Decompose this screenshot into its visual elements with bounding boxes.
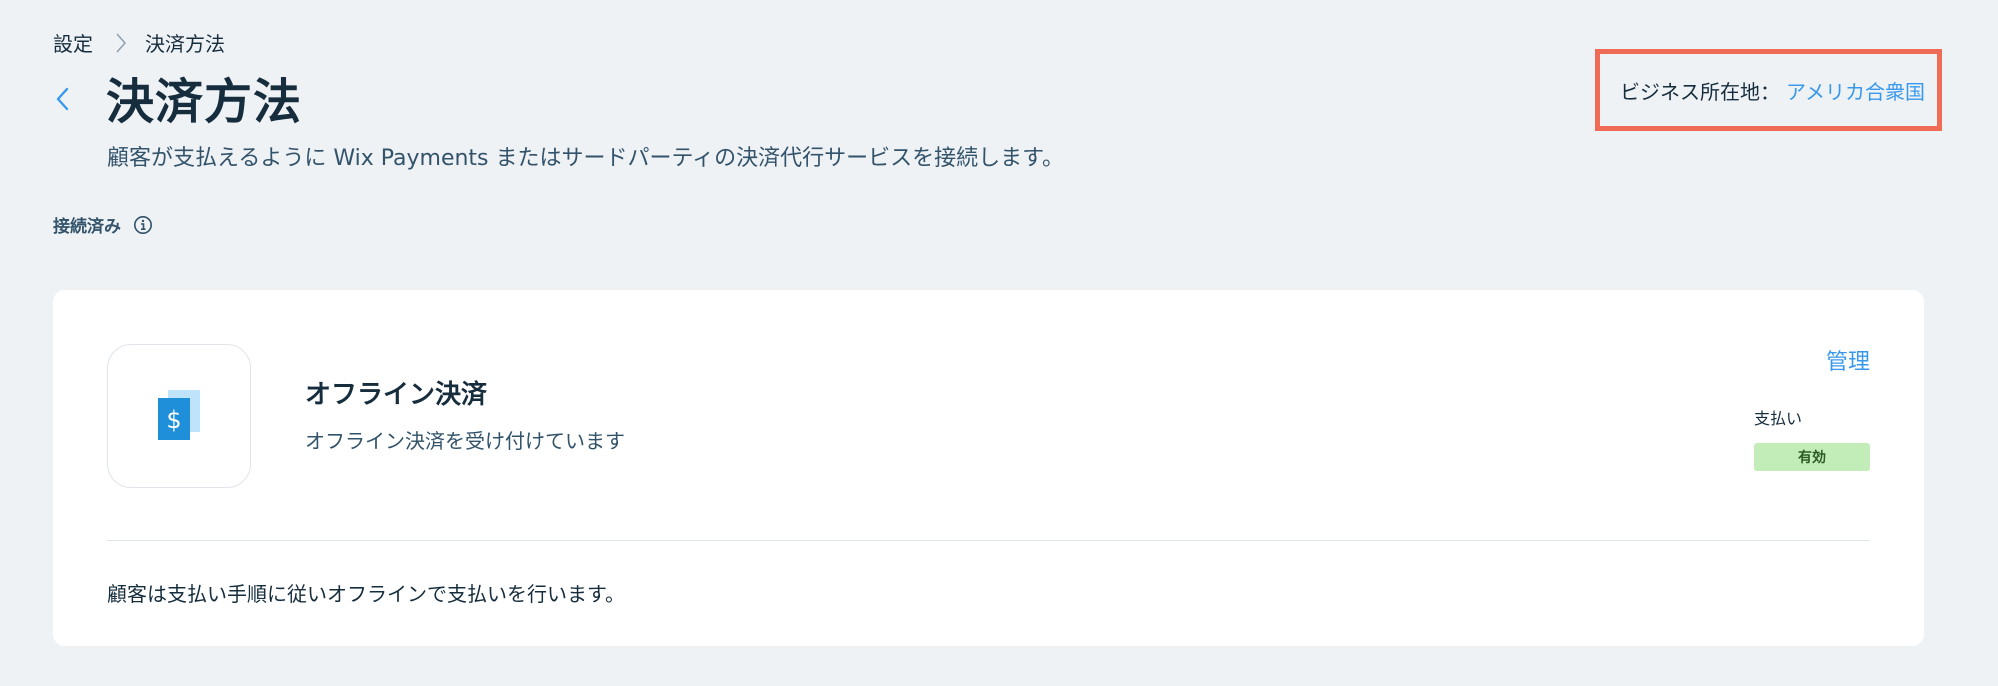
breadcrumb-settings-link[interactable]: 設定 xyxy=(53,28,93,57)
payment-method-card: $ オフライン決済 オフライン決済を受け付けています 管理 支払い 有効 顧客は… xyxy=(53,290,1924,646)
chevron-right-icon xyxy=(115,32,127,54)
method-description: オフライン決済を受け付けています xyxy=(305,429,625,453)
breadcrumb-current: 決済方法 xyxy=(145,32,225,56)
payments-label: 支払い xyxy=(1754,409,1803,428)
method-logo: $ xyxy=(107,344,251,488)
info-icon[interactable] xyxy=(133,215,153,235)
method-footer-note: 顧客は支払い手順に従いオフラインで支払いを行います。 xyxy=(107,582,625,606)
dollar-document-icon: $ xyxy=(156,388,202,444)
business-location: ビジネス所在地： アメリカ合衆国 xyxy=(1595,49,1942,131)
section-heading-label: 接続済み xyxy=(53,217,121,237)
divider xyxy=(107,540,1870,541)
svg-text:$: $ xyxy=(166,406,181,434)
business-location-link[interactable]: アメリカ合衆国 xyxy=(1786,76,1925,105)
status-badge: 有効 xyxy=(1754,443,1870,471)
manage-link[interactable]: 管理 xyxy=(1826,344,1870,376)
section-heading-connected: 接続済み xyxy=(53,212,153,237)
breadcrumb: 設定 決済方法 xyxy=(53,28,225,57)
back-button[interactable] xyxy=(50,86,74,116)
payment-methods-page: 設定 決済方法 決済方法 顧客が支払えるように Wix Payments または… xyxy=(0,0,1998,686)
chevron-left-icon xyxy=(55,87,69,115)
page-title: 決済方法 xyxy=(106,74,303,130)
page-subtitle: 顧客が支払えるように Wix Payments またはサードパーティの決済代行サ… xyxy=(107,146,1064,171)
method-name: オフライン決済 xyxy=(305,380,488,410)
business-location-label: ビジネス所在地： xyxy=(1620,79,1780,104)
